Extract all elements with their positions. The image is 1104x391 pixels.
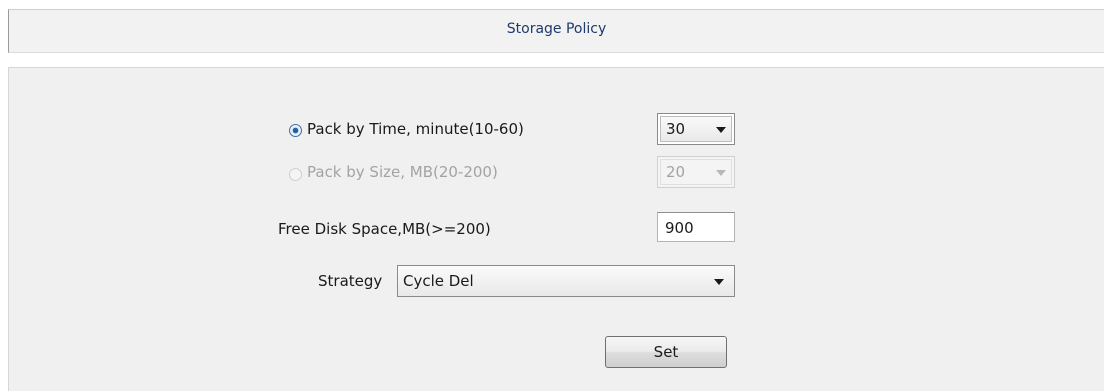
storage-policy-page: Storage Policy Pack by Time, minute(10-6…	[0, 0, 1104, 391]
pack-size-select[interactable]: 20	[657, 156, 735, 188]
set-button-label: Set	[653, 343, 679, 361]
chevron-down-icon	[716, 127, 726, 133]
set-button[interactable]: Set	[605, 336, 727, 368]
free-disk-space-input[interactable]: 900	[657, 212, 735, 242]
pack-time-select[interactable]: 30	[657, 113, 735, 145]
page-title: Storage Policy	[506, 21, 607, 37]
pack-size-value: 20	[666, 163, 686, 181]
strategy-value: Cycle Del	[403, 272, 474, 290]
pack-by-time-radio[interactable]	[289, 124, 302, 137]
pack-by-size-label[interactable]: Pack by Size, MB(20-200)	[307, 163, 498, 181]
chevron-down-icon	[716, 170, 726, 176]
free-disk-space-label: Free Disk Space,MB(>=200)	[278, 220, 491, 238]
settings-panel: Pack by Time, minute(10-60) 30 Pack by S…	[8, 67, 1104, 391]
pack-time-value: 30	[666, 120, 686, 138]
section-header: Storage Policy	[8, 9, 1104, 53]
free-disk-space-value: 900	[665, 219, 694, 237]
chevron-down-icon	[714, 279, 724, 285]
pack-by-time-label[interactable]: Pack by Time, minute(10-60)	[307, 120, 524, 138]
strategy-label: Strategy	[318, 272, 383, 290]
pack-by-size-radio[interactable]	[289, 168, 302, 181]
strategy-select[interactable]: Cycle Del	[397, 265, 735, 297]
